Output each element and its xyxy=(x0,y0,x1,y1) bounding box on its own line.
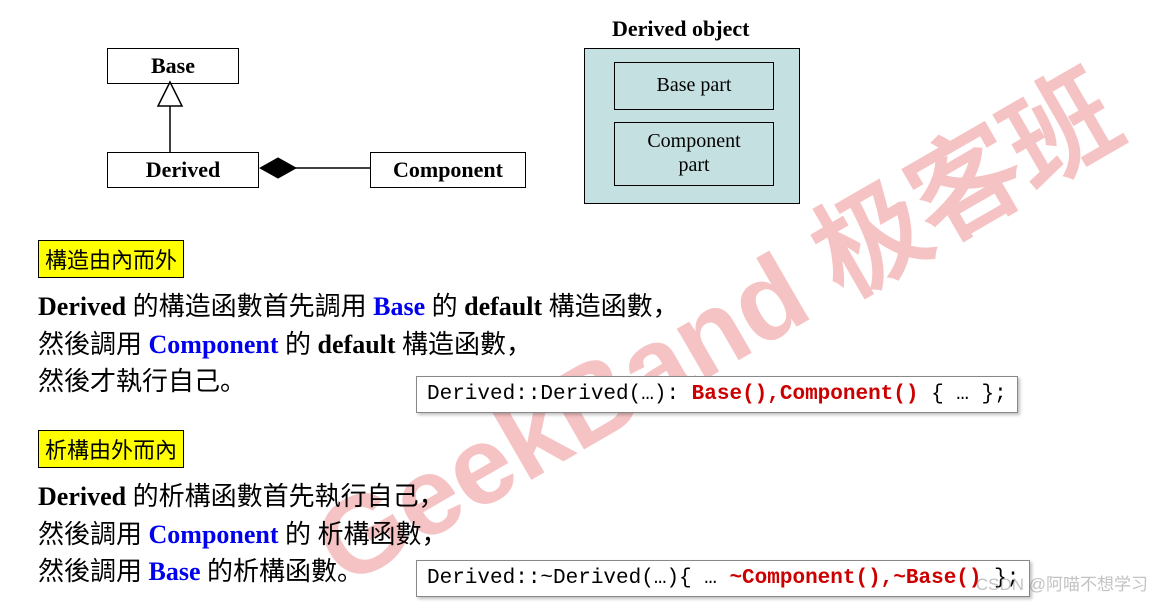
section2-heading: 析構由外而內 xyxy=(38,430,184,468)
derived-object-title: Derived object xyxy=(612,16,749,42)
s1-l1-c: 的 xyxy=(425,292,464,321)
component-part-l2: part xyxy=(678,154,709,176)
code1-post: { … }; xyxy=(919,383,1007,406)
code2-red: ~Component(),~Base() xyxy=(729,567,981,590)
s1-l2-c: 構造函數， xyxy=(402,330,532,359)
s1-l1-b: 的構造函數首先調用 xyxy=(133,292,374,321)
s1-l2-b: 的 xyxy=(279,330,318,359)
component-part-l1: Component xyxy=(647,130,740,152)
s1-l1-base: Base xyxy=(373,292,425,321)
s2-l2-comp: Component xyxy=(149,520,279,549)
section1-heading: 構造由內而外 xyxy=(38,240,184,278)
s1-l2-a: 然後調用 xyxy=(38,330,149,359)
code-destructor: Derived::~Derived(…){ … ~Component(),~Ba… xyxy=(416,560,1030,597)
s1-l1-d: 構造函數， xyxy=(549,292,679,321)
s2-l2-a: 然後調用 xyxy=(38,520,149,549)
s1-l1-derived: Derived xyxy=(38,292,133,321)
uml-connectors xyxy=(0,0,600,220)
s2-l3-b: 的析構函數。 xyxy=(201,557,364,586)
component-part-box: Component part xyxy=(614,122,774,186)
code1-pre: Derived::Derived(…): xyxy=(427,383,692,406)
code-constructor: Derived::Derived(…): Base(),Component() … xyxy=(416,376,1018,413)
s1-l3: 然後才執行自己。 xyxy=(38,367,246,396)
section2-para: Derived 的析構函數首先執行自己， 然後調用 Component 的 析構… xyxy=(38,478,448,591)
s1-l2-comp: Component xyxy=(149,330,279,359)
base-part-box: Base part xyxy=(614,62,774,110)
s1-l2-default: default xyxy=(318,330,403,359)
s2-l3-base: Base xyxy=(149,557,201,586)
s2-l3-a: 然後調用 xyxy=(38,557,149,586)
s2-l2-b: 的 析構函數， xyxy=(279,520,448,549)
s2-l1-derived: Derived xyxy=(38,482,133,511)
code2-pre: Derived::~Derived(…){ … xyxy=(427,567,729,590)
s2-l1-b: 的析構函數首先執行自己， xyxy=(133,482,445,511)
s1-l1-default: default xyxy=(464,292,549,321)
watermark-csdn: CSDN @阿喵不想学习 xyxy=(976,570,1148,595)
code1-red: Base(),Component() xyxy=(692,383,919,406)
